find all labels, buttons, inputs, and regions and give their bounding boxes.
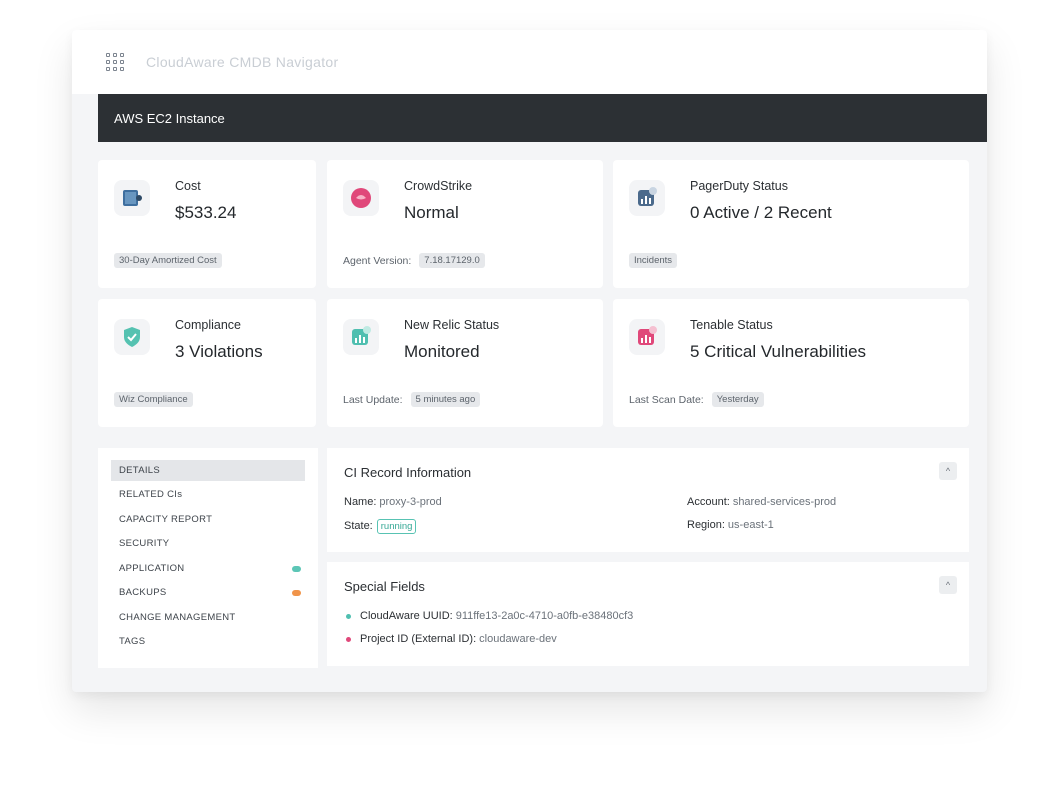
field-value: 911ffe13-2a0c-4710-a0fb-e38480cf3	[455, 610, 634, 622]
cost-card[interactable]: Cost $533.24 30-Day Amortized Cost	[98, 160, 316, 288]
ci-record-panel: CI Record Information ^ Name: proxy-3-pro…	[327, 448, 969, 552]
newrelic-icon	[343, 319, 379, 355]
sidebar-item-details[interactable]: DETAILS	[111, 460, 305, 481]
card-foot-label: Last Update:	[343, 393, 403, 406]
card-value: $533.24	[175, 203, 237, 222]
chevron-up-icon: ^	[945, 580, 951, 590]
field-label: Region:	[687, 519, 725, 531]
account-field: Account: shared-services-prod	[687, 496, 836, 508]
compliance-card[interactable]: Compliance 3 Violations Wiz Compliance	[98, 299, 316, 427]
special-fields-panel: Special Fields ^ CloudAware UUID: 911ffe1…	[327, 562, 969, 666]
uuid-field: CloudAware UUID: 911ffe13-2a0c-4710-a0fb-…	[346, 610, 633, 622]
field-label: Name:	[344, 496, 377, 508]
collapse-button[interactable]: ^	[939, 462, 957, 480]
app-title: CloudAware CMDB Navigator	[146, 54, 339, 70]
sidebar-item-backups[interactable]: BACKUPS	[111, 582, 305, 603]
sidebar-nav: DETAILS RELATED CIs CAPACITY REPORT SECU…	[98, 448, 318, 668]
panel-title: Special Fields	[344, 579, 425, 594]
card-footer: 30-Day Amortized Cost	[114, 253, 222, 268]
sidebar-item-label: CHANGE MANAGEMENT	[119, 612, 236, 623]
pagerduty-icon	[629, 180, 665, 216]
pagerduty-card[interactable]: PagerDuty Status 0 Active / 2 Recent Inc…	[613, 160, 969, 288]
card-footer: Wiz Compliance	[114, 392, 193, 407]
field-label: Account:	[687, 496, 730, 508]
card-footer: Last Update: 5 minutes ago	[343, 392, 481, 407]
project-id-field: Project ID (External ID): cloudaware-dev	[346, 633, 557, 645]
sidebar-item-label: SECURITY	[119, 538, 170, 549]
bullet-icon	[346, 636, 351, 642]
card-label: New Relic Status	[404, 318, 500, 332]
sidebar-item-tags[interactable]: TAGS	[111, 631, 305, 652]
newrelic-card[interactable]: New Relic Status Monitored Last Update: …	[327, 299, 603, 427]
field-value: cloudaware-dev	[479, 633, 557, 645]
card-label: PagerDuty Status	[690, 179, 788, 193]
cost-icon	[114, 180, 150, 216]
app-window: CloudAware CMDB Navigator AWS EC2 Instan…	[72, 30, 987, 692]
shield-icon	[114, 319, 150, 355]
app-grid-icon[interactable]	[106, 53, 124, 71]
field-label: Project ID (External ID):	[360, 633, 477, 645]
card-value: 5 Critical Vulnerabilities	[690, 342, 867, 361]
card-label: Tenable Status	[690, 318, 773, 332]
card-value: Monitored	[404, 342, 480, 361]
card-foot-label: Agent Version:	[343, 254, 412, 267]
field-value: proxy-3-prod	[379, 496, 442, 508]
region-field: Region: us-east-1	[687, 519, 774, 531]
crowdstrike-card[interactable]: CrowdStrike Normal Agent Version: 7.18.1…	[327, 160, 603, 288]
page-header: AWS EC2 Instance	[98, 94, 987, 142]
card-label: CrowdStrike	[404, 179, 473, 193]
status-dot	[292, 565, 301, 572]
card-footer: Incidents	[629, 253, 678, 268]
crowdstrike-icon	[343, 180, 379, 216]
panel-title: CI Record Information	[344, 465, 472, 480]
sidebar-item-change-management[interactable]: CHANGE MANAGEMENT	[111, 607, 305, 628]
top-bar: CloudAware CMDB Navigator	[72, 30, 987, 94]
card-tag: Yesterday	[711, 392, 764, 407]
card-footer: Agent Version: 7.18.17129.0	[343, 253, 485, 268]
status-badge: running	[376, 519, 417, 534]
card-label: Compliance	[175, 318, 242, 332]
field-value: shared-services-prod	[732, 496, 837, 508]
sidebar-item-related-cis[interactable]: RELATED CIs	[111, 484, 305, 505]
state-field: State: running	[344, 519, 417, 534]
tenable-card[interactable]: Tenable Status 5 Critical Vulnerabilitie…	[613, 299, 969, 427]
sidebar-item-application[interactable]: APPLICATION	[111, 558, 305, 579]
status-dot	[292, 589, 301, 596]
collapse-button[interactable]: ^	[939, 576, 957, 594]
field-label: State:	[344, 520, 373, 532]
sidebar-item-label: RELATED CIs	[119, 489, 183, 500]
page-title: AWS EC2 Instance	[114, 110, 225, 126]
card-value: Normal	[404, 203, 459, 222]
bullet-icon	[346, 613, 351, 619]
sidebar-item-capacity-report[interactable]: CAPACITY REPORT	[111, 509, 305, 530]
tenable-icon	[629, 319, 665, 355]
sidebar-item-label: TAGS	[119, 636, 146, 647]
sidebar-item-security[interactable]: SECURITY	[111, 533, 305, 554]
sidebar-item-label: DETAILS	[119, 465, 160, 476]
card-value: 0 Active / 2 Recent	[690, 203, 832, 222]
card-tag: 7.18.17129.0	[419, 253, 485, 268]
sidebar-item-label: APPLICATION	[119, 563, 185, 574]
sidebar-item-label: BACKUPS	[119, 587, 167, 598]
sidebar-item-label: CAPACITY REPORT	[119, 514, 213, 525]
field-label: CloudAware UUID:	[360, 610, 453, 622]
card-tag: 30-Day Amortized Cost	[114, 253, 222, 268]
card-value: 3 Violations	[175, 342, 263, 361]
card-tag: 5 minutes ago	[410, 392, 481, 407]
chevron-up-icon: ^	[945, 466, 951, 476]
field-value: us-east-1	[727, 519, 774, 531]
card-footer: Last Scan Date: Yesterday	[629, 392, 764, 407]
card-tag: Wiz Compliance	[114, 392, 193, 407]
card-tag: Incidents	[629, 253, 678, 268]
card-label: Cost	[175, 179, 201, 193]
name-field: Name: proxy-3-prod	[344, 496, 442, 508]
card-foot-label: Last Scan Date:	[629, 393, 704, 406]
